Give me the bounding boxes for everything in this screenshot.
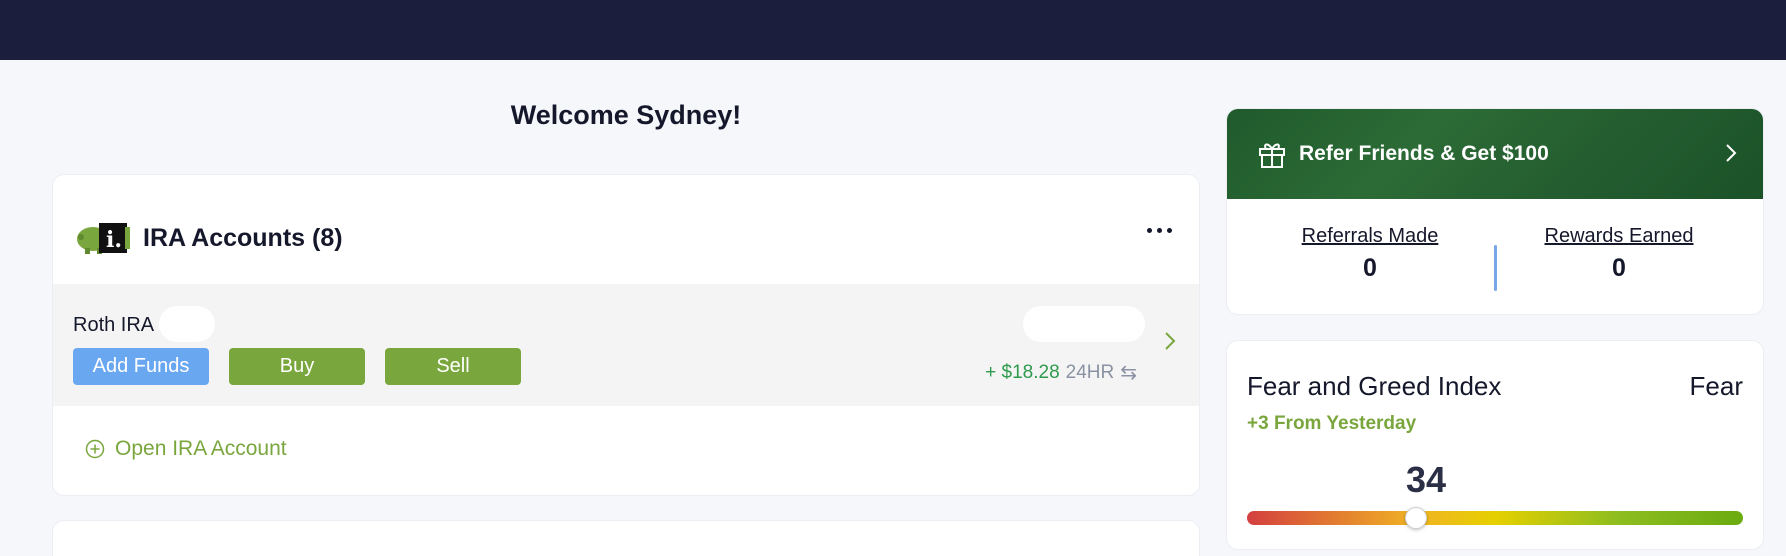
fear-greed-title: Fear and Greed Index bbox=[1247, 371, 1502, 401]
rewards-earned-stat: Rewards Earned 0 bbox=[1519, 225, 1719, 283]
top-navigation-bar bbox=[0, 0, 1786, 60]
ira-accounts-title: IRA Accounts (8) bbox=[143, 223, 343, 252]
fear-greed-value: 34 bbox=[1405, 459, 1447, 500]
rewards-earned-value: 0 bbox=[1612, 254, 1626, 282]
secondary-card bbox=[52, 520, 1200, 556]
chevron-right-icon bbox=[1726, 144, 1737, 162]
referral-banner[interactable]: Refer Friends & Get $100 bbox=[1227, 109, 1763, 199]
add-funds-button[interactable]: Add Funds bbox=[73, 348, 209, 385]
stats-divider bbox=[1494, 245, 1497, 291]
fear-greed-indicator[interactable] bbox=[1404, 507, 1427, 529]
referral-title: Refer Friends & Get $100 bbox=[1299, 142, 1549, 165]
account-row-roth-ira[interactable]: Roth IRA Add Funds Buy Sell + $18.28 24H… bbox=[53, 284, 1199, 406]
change-amount: + $18.28 bbox=[985, 361, 1060, 383]
open-ira-account-link[interactable]: Open IRA Account bbox=[85, 437, 287, 461]
page-title: Welcome Sydney! bbox=[510, 100, 742, 130]
referrals-made-label[interactable]: Referrals Made bbox=[1270, 225, 1470, 248]
account-number-redacted bbox=[159, 306, 215, 342]
fear-greed-sentiment: Fear bbox=[1689, 371, 1743, 401]
swap-arrows-icon[interactable]: ⇆ bbox=[1120, 360, 1137, 385]
ira-accounts-header: i. IRA Accounts (8) bbox=[75, 221, 343, 255]
rewards-earned-label[interactable]: Rewards Earned bbox=[1519, 225, 1719, 248]
change-period: 24HR bbox=[1065, 361, 1115, 383]
open-ira-account-label: Open IRA Account bbox=[115, 437, 287, 460]
svg-text:i.: i. bbox=[106, 227, 122, 253]
gift-icon bbox=[1259, 143, 1285, 168]
account-name: Roth IRA bbox=[73, 314, 155, 336]
sell-button[interactable]: Sell bbox=[385, 348, 521, 385]
referrals-made-stat: Referrals Made 0 bbox=[1270, 225, 1470, 283]
plus-circle-icon bbox=[85, 439, 105, 459]
fear-greed-card: Fear and Greed Index Fear +3 From Yester… bbox=[1226, 340, 1764, 550]
fear-greed-gauge bbox=[1247, 507, 1743, 529]
account-balance-redacted bbox=[1023, 306, 1145, 342]
chevron-right-icon[interactable] bbox=[1163, 330, 1177, 352]
referrals-made-value: 0 bbox=[1363, 254, 1377, 282]
account-24hr-change: + $18.28 24HR ⇆ bbox=[985, 360, 1137, 385]
referral-stats: Referrals Made 0 Rewards Earned 0 bbox=[1227, 225, 1763, 295]
more-options-icon[interactable] bbox=[1141, 215, 1177, 245]
buy-button[interactable]: Buy bbox=[229, 348, 365, 385]
ira-accounts-card: i. IRA Accounts (8) Roth IRA Add Funds B… bbox=[52, 174, 1200, 496]
piggy-bank-ira-logo-icon: i. bbox=[77, 223, 130, 254]
referral-card: Refer Friends & Get $100 Referrals Made … bbox=[1226, 108, 1764, 315]
fear-greed-change: +3 From Yesterday bbox=[1247, 413, 1417, 434]
